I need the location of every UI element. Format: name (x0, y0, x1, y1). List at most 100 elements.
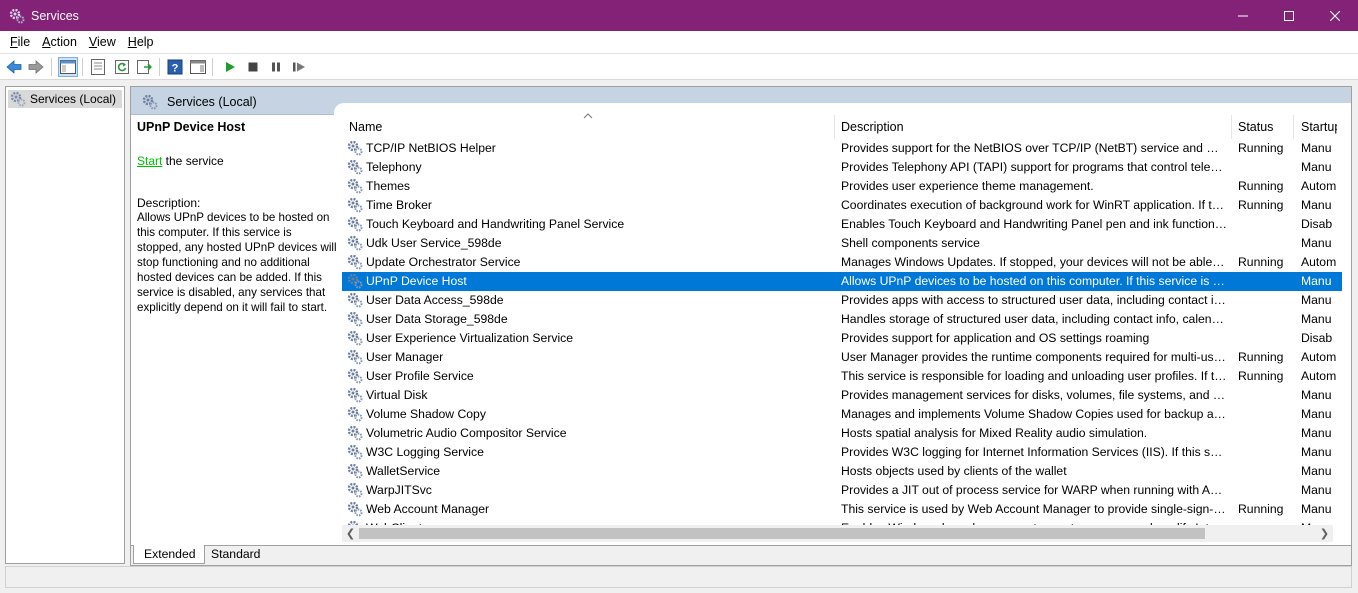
service-detail-panel: UPnP Device Host Start the service Descr… (137, 120, 337, 315)
service-startup-type: Disab (1301, 331, 1333, 345)
services-list: Name Description Status Startup TCP/IP N… (342, 113, 1351, 555)
horizontal-scroll-thumb[interactable] (359, 528, 1205, 539)
table-row[interactable]: Volumetric Audio Compositor Service Hosts… (342, 424, 1342, 443)
service-name: W3C Logging Service (366, 445, 484, 459)
service-description: Provides user experience theme managemen… (841, 179, 1094, 193)
service-gear-icon (347, 159, 363, 175)
service-description: Manages and implements Volume Shadow Cop… (841, 407, 1227, 421)
menu-bar: File Action View Help (0, 31, 1358, 53)
service-name: User Manager (366, 350, 444, 364)
column-header-name[interactable]: Name (349, 115, 382, 139)
service-description: This service is used by Web Account Mana… (841, 502, 1227, 516)
table-row[interactable]: Update Orchestrator Service Manages Windo… (342, 253, 1342, 272)
svg-text:?: ? (172, 63, 179, 75)
service-name: Themes (366, 179, 411, 193)
service-name: Time Broker (366, 198, 432, 212)
service-name: Volume Shadow Copy (366, 407, 486, 421)
service-description: Hosts objects used by clients of the wal… (841, 464, 1067, 478)
service-status: Running (1238, 179, 1284, 193)
column-header-description[interactable]: Description (841, 115, 904, 139)
table-row[interactable]: User Data Storage_598de Handles storage o… (342, 310, 1342, 329)
restart-service-icon[interactable] (289, 57, 309, 77)
show-console-tree-icon[interactable] (58, 57, 78, 77)
table-row[interactable]: User Profile Service This service is resp… (342, 367, 1342, 386)
service-gear-icon (347, 292, 363, 308)
table-row[interactable]: Telephony Provides Telephony API (TAPI) s… (342, 158, 1342, 177)
stop-service-icon[interactable] (243, 57, 263, 77)
table-row[interactable]: Virtual Disk Provides management services… (342, 386, 1342, 405)
start-service-icon[interactable] (220, 57, 240, 77)
table-row[interactable]: Time Broker Coordinates execution of back… (342, 196, 1342, 215)
table-row[interactable]: Web Account Manager This service is used … (342, 500, 1342, 519)
scroll-right-icon[interactable]: ❯ (1316, 525, 1333, 542)
service-startup-type: Manu (1301, 236, 1332, 250)
export-list-icon[interactable] (134, 57, 154, 77)
service-gear-icon (347, 330, 363, 346)
table-row[interactable]: User Manager User Manager provides the ru… (342, 348, 1342, 367)
tree-item-services-local[interactable]: Services (Local) (8, 90, 123, 108)
service-gear-icon (347, 349, 363, 365)
table-row[interactable]: TCP/IP NetBIOS Helper Provides support fo… (342, 139, 1342, 158)
service-description: Enables Touch Keyboard and Handwriting P… (841, 217, 1227, 231)
maximize-icon (1284, 10, 1294, 21)
close-button[interactable] (1312, 0, 1358, 31)
service-gear-icon (347, 235, 363, 251)
pane-title: Services (Local) (167, 95, 257, 109)
maximize-button[interactable] (1266, 0, 1312, 31)
service-startup-type: Autom (1301, 350, 1337, 364)
tab-standard[interactable]: Standard (201, 545, 268, 564)
menu-file[interactable]: File (4, 35, 36, 49)
table-row[interactable]: Udk User Service_598de Shell components s… (342, 234, 1342, 253)
service-description: Allows UPnP devices to be hosted on this… (841, 274, 1227, 288)
service-startup-type: Disab (1301, 217, 1333, 231)
refresh-icon[interactable] (112, 57, 132, 77)
sort-ascending-icon (583, 111, 593, 122)
table-row[interactable]: WalletService Hosts objects used by clien… (342, 462, 1342, 481)
column-header-startup[interactable]: Startup (1301, 115, 1337, 139)
table-row[interactable]: Volume Shadow Copy Manages and implements… (342, 405, 1342, 424)
menu-action[interactable]: Action (36, 35, 83, 49)
service-startup-type: Manu (1301, 502, 1332, 516)
service-startup-type: Manu (1301, 445, 1332, 459)
service-name: Telephony (366, 160, 422, 174)
table-row[interactable]: Themes Provides user experience theme man… (342, 177, 1342, 196)
service-startup-type: Autom (1301, 369, 1337, 383)
service-description: Provides support for the NetBIOS over TC… (841, 141, 1227, 155)
horizontal-scrollbar[interactable]: ❮ ❯ (342, 525, 1333, 542)
column-header-status[interactable]: Status (1238, 115, 1273, 139)
table-row[interactable]: User Data Access_598de Provides apps with… (342, 291, 1342, 310)
minimize-button[interactable] (1220, 0, 1266, 31)
menu-view[interactable]: View (83, 35, 122, 49)
service-startup-type: Manu (1301, 160, 1332, 174)
scroll-left-icon[interactable]: ❮ (342, 525, 359, 542)
selected-service-title: UPnP Device Host (137, 120, 246, 134)
table-row[interactable]: Touch Keyboard and Handwriting Panel Ser… (342, 215, 1342, 234)
table-row[interactable]: User Experience Virtualization Service Pr… (342, 329, 1342, 348)
back-arrow-icon[interactable] (4, 57, 24, 77)
table-row[interactable]: UPnP Device Host Allows UPnP devices to b… (342, 272, 1342, 291)
service-gear-icon (347, 425, 363, 441)
service-description: This service is responsible for loading … (841, 369, 1227, 383)
window-title: Services (31, 8, 79, 23)
tab-extended[interactable]: Extended (133, 545, 205, 564)
service-name: WarpJITSvc (366, 483, 432, 497)
table-row[interactable]: W3C Logging Service Provides W3C logging … (342, 443, 1342, 462)
show-action-pane-icon[interactable] (188, 57, 208, 77)
service-startup-type: Manu (1301, 464, 1332, 478)
service-name: WalletService (366, 464, 441, 478)
forward-arrow-icon[interactable] (26, 57, 46, 77)
table-row[interactable]: WarpJITSvc Provides a JIT out of process … (342, 481, 1342, 500)
service-status: Running (1238, 350, 1284, 364)
service-gear-icon (347, 254, 363, 270)
service-description: Provides apps with access to structured … (841, 293, 1227, 307)
help-icon[interactable]: ? (165, 57, 185, 77)
properties-icon[interactable] (88, 57, 108, 77)
service-status: Running (1238, 198, 1284, 212)
start-service-link[interactable]: Start (137, 154, 162, 168)
service-gear-icon (347, 444, 363, 460)
pause-service-icon[interactable] (266, 57, 286, 77)
menu-help[interactable]: Help (122, 35, 160, 49)
service-description: Handles storage of structured user data,… (841, 312, 1227, 326)
service-startup-type: Autom (1301, 255, 1337, 269)
service-startup-type: Manu (1301, 312, 1332, 326)
